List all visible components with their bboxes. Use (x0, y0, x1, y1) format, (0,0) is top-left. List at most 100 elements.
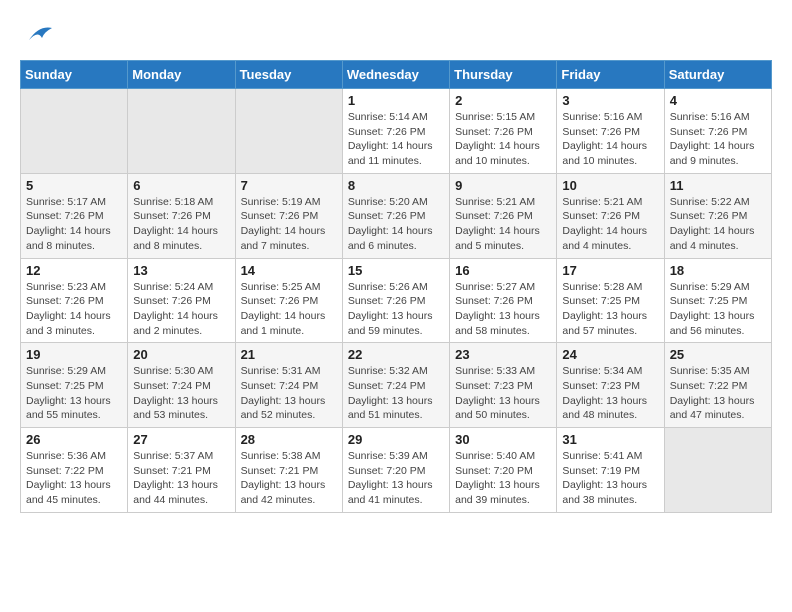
day-number: 15 (348, 263, 444, 278)
calendar-cell: 7 Sunrise: 5:19 AM Sunset: 7:26 PM Daylig… (235, 173, 342, 258)
calendar-cell (664, 428, 771, 513)
day-info: Sunrise: 5:20 AM Sunset: 7:26 PM Dayligh… (348, 195, 444, 254)
day-number: 21 (241, 347, 337, 362)
day-number: 11 (670, 178, 766, 193)
day-number: 26 (26, 432, 122, 447)
calendar-cell (128, 89, 235, 174)
calendar-cell: 18 Sunrise: 5:29 AM Sunset: 7:25 PM Dayli… (664, 258, 771, 343)
calendar-cell: 10 Sunrise: 5:21 AM Sunset: 7:26 PM Dayli… (557, 173, 664, 258)
day-info: Sunrise: 5:16 AM Sunset: 7:26 PM Dayligh… (562, 110, 658, 169)
calendar-cell: 12 Sunrise: 5:23 AM Sunset: 7:26 PM Dayli… (21, 258, 128, 343)
day-info: Sunrise: 5:21 AM Sunset: 7:26 PM Dayligh… (455, 195, 551, 254)
weekday-header: Sunday (21, 61, 128, 89)
calendar-week-row: 12 Sunrise: 5:23 AM Sunset: 7:26 PM Dayli… (21, 258, 772, 343)
weekday-header: Monday (128, 61, 235, 89)
calendar-cell: 15 Sunrise: 5:26 AM Sunset: 7:26 PM Dayli… (342, 258, 449, 343)
day-number: 2 (455, 93, 551, 108)
day-number: 31 (562, 432, 658, 447)
calendar-cell: 5Sunrise: 5:17 AM Sunset: 7:26 PM Daylig… (21, 173, 128, 258)
day-number: 27 (133, 432, 229, 447)
day-info: Sunrise: 5:37 AM Sunset: 7:21 PM Dayligh… (133, 449, 229, 508)
day-number: 8 (348, 178, 444, 193)
calendar-cell: 26Sunrise: 5:36 AM Sunset: 7:22 PM Dayli… (21, 428, 128, 513)
day-info: Sunrise: 5:35 AM Sunset: 7:22 PM Dayligh… (670, 364, 766, 423)
day-number: 23 (455, 347, 551, 362)
day-number: 18 (670, 263, 766, 278)
calendar-cell: 6Sunrise: 5:18 AM Sunset: 7:26 PM Daylig… (128, 173, 235, 258)
weekday-header: Thursday (450, 61, 557, 89)
calendar-cell: 1Sunrise: 5:14 AM Sunset: 7:26 PM Daylig… (342, 89, 449, 174)
day-info: Sunrise: 5:27 AM Sunset: 7:26 PM Dayligh… (455, 280, 551, 339)
day-info: Sunrise: 5:38 AM Sunset: 7:21 PM Dayligh… (241, 449, 337, 508)
day-info: Sunrise: 5:23 AM Sunset: 7:26 PM Dayligh… (26, 280, 122, 339)
calendar-cell: 16 Sunrise: 5:27 AM Sunset: 7:26 PM Dayli… (450, 258, 557, 343)
day-info: Sunrise: 5:24 AM Sunset: 7:26 PM Dayligh… (133, 280, 229, 339)
day-number: 29 (348, 432, 444, 447)
calendar-cell: 11 Sunrise: 5:22 AM Sunset: 7:26 PM Dayli… (664, 173, 771, 258)
weekday-header: Friday (557, 61, 664, 89)
logo (20, 20, 54, 50)
calendar-cell: 17 Sunrise: 5:28 AM Sunset: 7:25 PM Dayli… (557, 258, 664, 343)
day-number: 25 (670, 347, 766, 362)
day-info: Sunrise: 5:41 AM Sunset: 7:19 PM Dayligh… (562, 449, 658, 508)
calendar-cell: 14 Sunrise: 5:25 AM Sunset: 7:26 PM Dayli… (235, 258, 342, 343)
day-number: 14 (241, 263, 337, 278)
day-info: Sunrise: 5:29 AM Sunset: 7:25 PM Dayligh… (670, 280, 766, 339)
calendar-week-row: 19 Sunrise: 5:29 AM Sunset: 7:25 PM Dayli… (21, 343, 772, 428)
day-number: 22 (348, 347, 444, 362)
calendar-cell: 19 Sunrise: 5:29 AM Sunset: 7:25 PM Dayli… (21, 343, 128, 428)
day-info: Sunrise: 5:22 AM Sunset: 7:26 PM Dayligh… (670, 195, 766, 254)
calendar-cell: 31 Sunrise: 5:41 AM Sunset: 7:19 PM Dayli… (557, 428, 664, 513)
day-info: Sunrise: 5:31 AM Sunset: 7:24 PM Dayligh… (241, 364, 337, 423)
day-info: Sunrise: 5:28 AM Sunset: 7:25 PM Dayligh… (562, 280, 658, 339)
day-number: 7 (241, 178, 337, 193)
day-info: Sunrise: 5:26 AM Sunset: 7:26 PM Dayligh… (348, 280, 444, 339)
calendar-cell: 4 Sunrise: 5:16 AM Sunset: 7:26 PM Daylig… (664, 89, 771, 174)
day-info: Sunrise: 5:21 AM Sunset: 7:26 PM Dayligh… (562, 195, 658, 254)
calendar-cell: 24 Sunrise: 5:34 AM Sunset: 7:23 PM Dayli… (557, 343, 664, 428)
day-number: 9 (455, 178, 551, 193)
day-number: 16 (455, 263, 551, 278)
day-number: 3 (562, 93, 658, 108)
day-info: Sunrise: 5:40 AM Sunset: 7:20 PM Dayligh… (455, 449, 551, 508)
calendar-cell: 20Sunrise: 5:30 AM Sunset: 7:24 PM Dayli… (128, 343, 235, 428)
calendar-week-row: 1Sunrise: 5:14 AM Sunset: 7:26 PM Daylig… (21, 89, 772, 174)
calendar-cell (235, 89, 342, 174)
calendar-cell: 21 Sunrise: 5:31 AM Sunset: 7:24 PM Dayli… (235, 343, 342, 428)
day-info: Sunrise: 5:39 AM Sunset: 7:20 PM Dayligh… (348, 449, 444, 508)
day-number: 30 (455, 432, 551, 447)
day-info: Sunrise: 5:19 AM Sunset: 7:26 PM Dayligh… (241, 195, 337, 254)
calendar-cell: 23Sunrise: 5:33 AM Sunset: 7:23 PM Dayli… (450, 343, 557, 428)
calendar-table: SundayMondayTuesdayWednesdayThursdayFrid… (20, 60, 772, 513)
calendar-cell: 13Sunrise: 5:24 AM Sunset: 7:26 PM Dayli… (128, 258, 235, 343)
calendar-cell: 2 Sunrise: 5:15 AM Sunset: 7:26 PM Daylig… (450, 89, 557, 174)
day-number: 19 (26, 347, 122, 362)
calendar-cell: 22 Sunrise: 5:32 AM Sunset: 7:24 PM Dayli… (342, 343, 449, 428)
calendar-week-row: 5Sunrise: 5:17 AM Sunset: 7:26 PM Daylig… (21, 173, 772, 258)
calendar-cell: 3 Sunrise: 5:16 AM Sunset: 7:26 PM Daylig… (557, 89, 664, 174)
calendar-cell: 8 Sunrise: 5:20 AM Sunset: 7:26 PM Daylig… (342, 173, 449, 258)
day-number: 6 (133, 178, 229, 193)
calendar-cell: 27 Sunrise: 5:37 AM Sunset: 7:21 PM Dayli… (128, 428, 235, 513)
weekday-header: Wednesday (342, 61, 449, 89)
day-number: 1 (348, 93, 444, 108)
day-info: Sunrise: 5:29 AM Sunset: 7:25 PM Dayligh… (26, 364, 122, 423)
calendar-cell (21, 89, 128, 174)
day-number: 4 (670, 93, 766, 108)
day-info: Sunrise: 5:25 AM Sunset: 7:26 PM Dayligh… (241, 280, 337, 339)
day-number: 10 (562, 178, 658, 193)
day-number: 17 (562, 263, 658, 278)
weekday-header: Tuesday (235, 61, 342, 89)
day-number: 5 (26, 178, 122, 193)
day-info: Sunrise: 5:15 AM Sunset: 7:26 PM Dayligh… (455, 110, 551, 169)
day-info: Sunrise: 5:32 AM Sunset: 7:24 PM Dayligh… (348, 364, 444, 423)
day-number: 24 (562, 347, 658, 362)
calendar-cell: 30 Sunrise: 5:40 AM Sunset: 7:20 PM Dayli… (450, 428, 557, 513)
day-info: Sunrise: 5:34 AM Sunset: 7:23 PM Dayligh… (562, 364, 658, 423)
weekday-header: Saturday (664, 61, 771, 89)
day-info: Sunrise: 5:16 AM Sunset: 7:26 PM Dayligh… (670, 110, 766, 169)
logo-bird-icon (24, 20, 54, 50)
day-number: 12 (26, 263, 122, 278)
page-header (20, 20, 772, 50)
calendar-header-row: SundayMondayTuesdayWednesdayThursdayFrid… (21, 61, 772, 89)
